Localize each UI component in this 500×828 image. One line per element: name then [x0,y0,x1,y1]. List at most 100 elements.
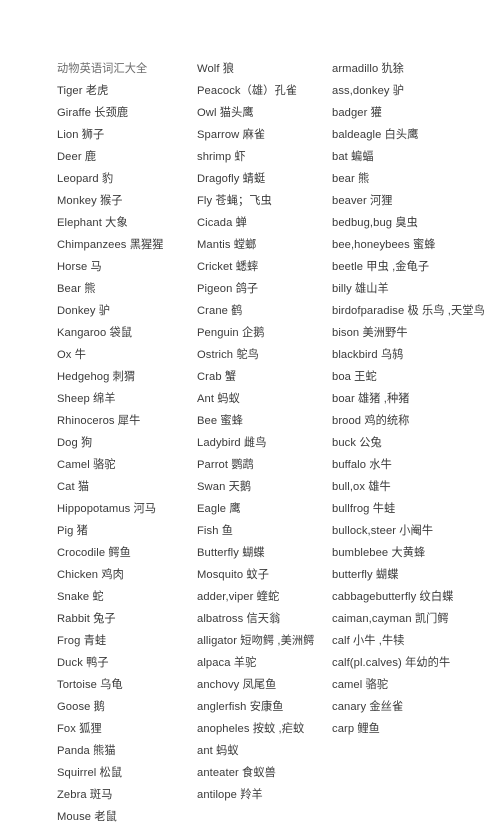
document-page: 动物英语词汇大全 Tiger 老虎 Giraffe 长颈鹿 Lion 狮子 De… [0,0,500,823]
list-item: canary 金丝雀 [332,701,404,713]
list-item: Bear 熊 [57,283,96,295]
list-item: Goose 鹅 [57,701,105,713]
list-item: Crocodile 鳄鱼 [57,547,131,559]
list-item: Swan 天鹅 [197,481,252,493]
list-item: billy 雄山羊 [332,283,389,295]
list-item: Butterfly 蝴蝶 [197,547,265,559]
list-item: antilope 羚羊 [197,789,263,801]
list-item: blackbird 乌鸫 [332,349,404,361]
list-item: alligator 短吻鳄 ,美洲鳄 [197,635,315,647]
vocabulary-column-2: Wolf 狼 Peacock（雄）孔雀 Owl 猫头鹰 Sparrow 麻雀 s… [197,58,332,806]
list-item: Crane 鹤 [197,305,243,317]
list-item: anopheles 按蚊 ,疟蚊 [197,723,305,735]
list-item: Leopard 豹 [57,173,114,185]
list-item: Fox 狐狸 [57,723,102,735]
list-item: Pig 猪 [57,525,88,537]
list-item: Tortoise 乌龟 [57,679,123,691]
list-item: Ostrich 鸵鸟 [197,349,259,361]
list-item: Lion 狮子 [57,129,105,141]
list-item: Wolf 狼 [197,63,235,75]
vocabulary-columns: 动物英语词汇大全 Tiger 老虎 Giraffe 长颈鹿 Lion 狮子 De… [57,58,490,828]
vocabulary-column-1: 动物英语词汇大全 Tiger 老虎 Giraffe 长颈鹿 Lion 狮子 De… [57,58,197,828]
list-item: albatross 信天翁 [197,613,281,625]
list-item: adder,viper 蝰蛇 [197,591,280,603]
list-item: Fish 鱼 [197,525,234,537]
list-item: bullock,steer 小阉牛 [332,525,434,537]
list-item: Deer 鹿 [57,151,97,163]
list-item: Camel 骆驼 [57,459,116,471]
list-item: Frog 青蛙 [57,635,107,647]
list-item: alpaca 羊驼 [197,657,257,669]
list-item: shrimp 虾 [197,151,246,163]
list-item: Ladybird 雌鸟 [197,437,267,449]
list-item: Ant 蚂蚁 [197,393,240,405]
list-item: camel 骆驼 [332,679,389,691]
list-item: armadillo 犰狳 [332,63,405,75]
list-item: Panda 熊猫 [57,745,116,757]
list-item: Donkey 驴 [57,305,111,317]
list-item: butterfly 蝴蝶 [332,569,399,581]
list-item: Horse 马 [57,261,102,273]
list-item: boar 雄猪 ,种猪 [332,393,410,405]
list-item: Pigeon 鸽子 [197,283,259,295]
list-item: bear 熊 [332,173,370,185]
list-item: birdofparadise 极 乐鸟 ,天堂鸟 [332,305,485,317]
list-item: Fly 苍蝇；飞虫 [197,195,272,207]
list-item: Rabbit 兔子 [57,613,116,625]
list-item: Cricket 蟋蟀 [197,261,259,273]
list-item: anglerfish 安康鱼 [197,701,284,713]
list-item: bullfrog 牛蛙 [332,503,396,515]
list-item: Rhinoceros 犀牛 [57,415,141,427]
list-item: brood 鸡的统称 [332,415,410,427]
list-item: Crab 蟹 [197,371,237,383]
list-item: Chicken 鸡肉 [57,569,124,581]
list-item: Eagle 鹰 [197,503,241,515]
list-item: Monkey 猴子 [57,195,123,207]
list-item: Mouse 老鼠 [57,811,117,823]
list-item: bull,ox 雄牛 [332,481,391,493]
list-item: Dog 狗 [57,437,93,449]
list-item: bumblebee 大黄蜂 [332,547,426,559]
list-item: Duck 鸭子 [57,657,109,669]
list-item: Penguin 企鹅 [197,327,265,339]
list-item: Dragofly 蜻蜓 [197,173,266,185]
list-item: Ox 牛 [57,349,86,361]
list-item: Zebra 斑马 [57,789,113,801]
list-item: Squirrel 松鼠 [57,767,123,779]
list-item: caiman,cayman 凯门鳄 [332,613,449,625]
list-item: Hedgehog 刺猬 [57,371,136,383]
list-item: Sparrow 麻雀 [197,129,266,141]
list-item: carp 鲤鱼 [332,723,380,735]
list-item: Mantis 螳螂 [197,239,257,251]
page-title: 动物英语词汇大全 [57,63,148,75]
list-item: anchovy 凤尾鱼 [197,679,277,691]
list-item: beaver 河狸 [332,195,393,207]
list-item: Tiger 老虎 [57,85,109,97]
list-item: Hippopotamus 河马 [57,503,157,515]
list-item: calf 小牛 ,牛犊 [332,635,405,647]
list-item: Giraffe 长颈鹿 [57,107,129,119]
list-item: Bee 蜜蜂 [197,415,243,427]
vocabulary-column-3: armadillo 犰狳 ass,donkey 驴 badger 獾 balde… [332,58,490,740]
list-item: Kangaroo 袋鼠 [57,327,133,339]
list-item: anteater 食蚁兽 [197,767,276,779]
list-item: bee,honeybees 蜜蜂 [332,239,436,251]
list-item: Chimpanzees 黑猩猩 [57,239,164,251]
list-item: ass,donkey 驴 [332,85,405,97]
list-item: Parrot 鹦鹉 [197,459,254,471]
list-item: buck 公兔 [332,437,382,449]
list-item: Mosquito 蚊子 [197,569,269,581]
list-item: ant 蚂蚁 [197,745,239,757]
list-item: boa 王蛇 [332,371,377,383]
list-item: Cicada 蝉 [197,217,247,229]
list-item: Elephant 大象 [57,217,128,229]
list-item: beetle 甲虫 ,金龟子 [332,261,430,273]
list-item: baldeagle 白头鹰 [332,129,419,141]
list-item: Peacock（雄）孔雀 [197,85,298,97]
list-item: buffalo 水牛 [332,459,392,471]
list-item: bat 蝙蝠 [332,151,374,163]
list-item: Cat 猫 [57,481,90,493]
list-item: bedbug,bug 臭虫 [332,217,418,229]
list-item: bison 美洲野牛 [332,327,408,339]
list-item: Owl 猫头鹰 [197,107,254,119]
